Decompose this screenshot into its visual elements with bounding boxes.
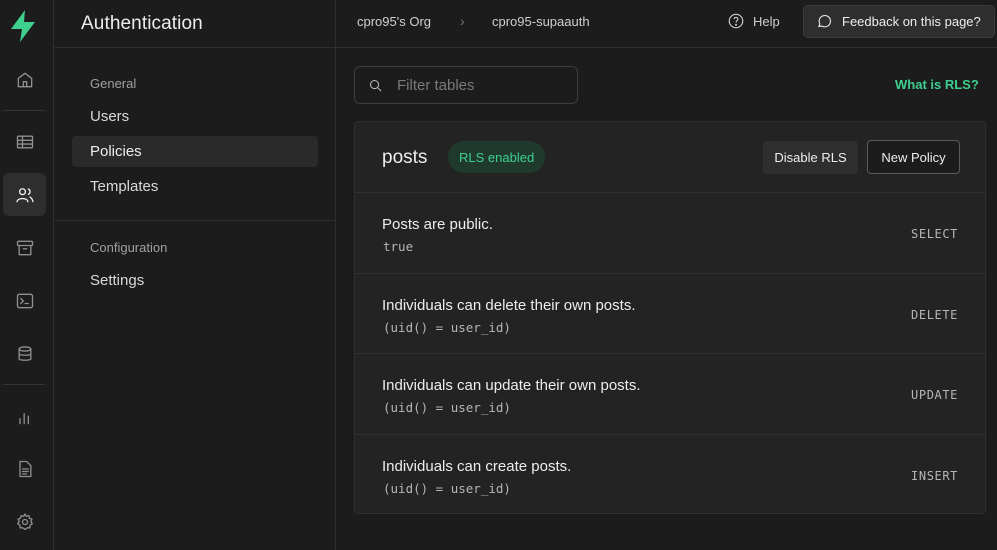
policy-name: Individuals can update their own posts. [382,377,641,394]
breadcrumb-org[interactable]: cpro95's Org [357,14,431,29]
home-icon[interactable] [3,58,46,101]
policy-expression: true [383,239,414,254]
sidebar-item-label: Policies [90,143,142,160]
sidebar-item-users[interactable]: Users [72,101,318,132]
supabase-logo-icon[interactable] [9,9,37,43]
help-button[interactable]: Help [727,10,780,32]
policy-expression: (uid() = user_id) [383,400,511,415]
breadcrumb-separator: › [460,13,465,29]
policy-command: INSERT [911,468,958,483]
table-name: posts [382,147,428,168]
sidebar-item-label: Users [90,108,130,125]
policy-command: DELETE [911,307,958,322]
search-icon [370,79,382,91]
policy-name: Posts are public. [382,216,493,233]
sidebar-header: Authentication [54,0,335,48]
policy-command: SELECT [911,227,958,241]
help-label: Help [753,13,780,29]
sql-editor-icon[interactable] [3,279,46,322]
policy-row[interactable]: Individuals can create posts. (uid() = u… [355,435,985,514]
users-icon[interactable] [3,173,46,216]
top-bar: cpro95's Org › cpro95-supaauth Help Feed… [336,0,997,48]
help-icon [728,13,744,29]
policy-expression: (uid() = user_id) [383,480,511,496]
reports-icon[interactable] [3,395,46,438]
new-policy-button[interactable]: New Policy [867,140,960,174]
storage-icon[interactable] [3,226,46,269]
sidebar-item-settings[interactable]: Settings [72,265,318,296]
policy-row[interactable]: Posts are public. true SELECT [355,193,985,274]
settings-gear-icon[interactable] [3,500,46,543]
auth-sidebar: Authentication General Users Policies Te… [54,0,336,550]
policy-name: Individuals can delete their own posts. [382,296,636,314]
sidebar-divider [54,220,336,221]
sidebar-item-label: Templates [90,178,159,195]
filter-tables-box[interactable] [354,66,578,104]
policy-name: Individuals can create posts. [382,457,572,475]
feedback-label: Feedback on this page? [842,14,981,29]
policy-expression: (uid() = user_id) [383,319,511,335]
rls-status-badge: RLS enabled [448,141,546,173]
disable-rls-button[interactable]: Disable RLS [763,141,858,174]
policy-row[interactable]: Individuals can delete their own posts. … [355,274,985,354]
docs-icon[interactable] [3,447,46,490]
rail-divider [3,384,45,385]
sidebar-item-label: Settings [90,272,145,289]
policy-row[interactable]: Individuals can update their own posts. … [355,354,985,435]
group-label-configuration: Configuration [90,240,168,255]
sidebar-title: Authentication [81,12,203,34]
table-editor-icon[interactable] [3,120,46,163]
icon-rail [0,0,54,550]
database-icon[interactable] [3,332,46,375]
policy-command: UPDATE [911,388,958,402]
breadcrumb-project[interactable]: cpro95-supaauth [492,14,590,29]
sidebar-item-templates[interactable]: Templates [72,171,318,202]
what-is-rls-link[interactable]: What is RLS? [895,77,979,92]
message-icon [817,14,832,28]
table-policies-card: posts RLS enabled Disable RLS New Policy… [354,121,986,514]
rail-divider [3,110,45,111]
group-label-general: General [90,76,137,91]
feedback-button[interactable]: Feedback on this page? [803,5,995,38]
filter-tables-input[interactable] [397,76,557,94]
card-header: posts RLS enabled Disable RLS New Policy [355,122,985,193]
sidebar-item-policies[interactable]: Policies [72,136,318,167]
